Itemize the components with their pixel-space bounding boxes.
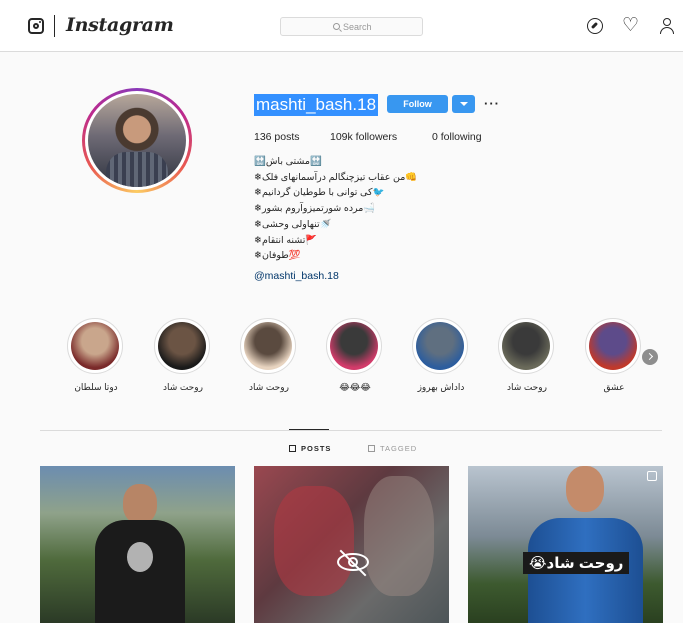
instagram-wordmark[interactable]: Instagram	[66, 14, 174, 36]
story-highlight[interactable]: روحت شاد	[498, 318, 556, 393]
carousel-icon	[647, 471, 657, 481]
profile-avatar-frame	[85, 91, 189, 190]
highlight-cover-ring	[154, 318, 210, 374]
highlight-label: عشق	[603, 382, 625, 392]
story-highlight[interactable]: داداش بهروز	[412, 318, 470, 393]
highlight-cover-image	[416, 322, 464, 370]
active-tab-indicator	[289, 429, 329, 430]
grid-icon	[289, 445, 296, 452]
profile-avatar-story-ring[interactable]	[82, 88, 192, 193]
post-caption-overlay: روحت شاد😭	[523, 552, 630, 574]
explore-compass-icon[interactable]	[587, 18, 603, 34]
heart-icon[interactable]: ♡	[622, 16, 639, 35]
highlight-cover-image	[502, 322, 550, 370]
story-highlight[interactable]: روحت شاد	[154, 318, 212, 393]
bio-line: 🛁مرده شورتمیزوآروم بشور❄	[254, 203, 376, 215]
tabs-divider	[40, 430, 662, 431]
story-highlight[interactable]: عشق	[585, 318, 643, 393]
highlight-cover-ring	[585, 318, 641, 374]
highlight-cover-ring	[412, 318, 468, 374]
highlight-cover-image	[330, 322, 378, 370]
tab-posts[interactable]: POSTS	[289, 444, 331, 453]
post-photo-subject	[528, 466, 643, 623]
post-thumbnail[interactable]: روحت شاد😭	[468, 466, 663, 623]
highlight-cover-ring	[240, 318, 296, 374]
blurred-content	[274, 486, 354, 596]
highlight-cover-ring	[498, 318, 554, 374]
bio-line: 🐦کی توانی با طوطیان گردانیم❄	[254, 187, 385, 199]
eye-off-icon	[337, 549, 369, 577]
post-thumbnail[interactable]	[40, 466, 235, 623]
bio-line: 💯طوفان❄	[254, 250, 301, 262]
story-highlight[interactable]: دوتا سلطان	[67, 318, 125, 393]
bio-mention-link[interactable]: @mashti_bash.18	[254, 270, 339, 282]
posts-count: 136 posts	[254, 131, 300, 143]
tab-posts-label: POSTS	[301, 444, 332, 453]
bio-line: 🔛مشتی باش🔛	[254, 156, 322, 167]
highlight-label: روحت شاد	[163, 382, 203, 392]
search-input[interactable]: Search	[280, 17, 423, 36]
story-highlight[interactable]: 😂😂😂	[326, 318, 384, 393]
post-thumbnail-sensitive[interactable]	[254, 466, 449, 623]
following-count[interactable]: 0 following	[432, 131, 482, 143]
bio-line: 👊من عقاب تیزچنگالم درآسمانهای فلک❄	[254, 171, 418, 183]
highlight-label: دوتا سلطان	[74, 382, 118, 392]
bio-line: 🚩تشنه انتقام❄	[254, 234, 318, 246]
tab-tagged[interactable]: TAGGED	[368, 444, 417, 453]
tab-tagged-label: TAGGED	[380, 444, 418, 453]
followers-count[interactable]: 109k followers	[330, 131, 397, 143]
highlight-label: داداش بهروز	[417, 382, 465, 392]
profile-icon[interactable]	[659, 18, 675, 34]
profile-bio: 🔛مشتی باش🔛 👊من عقاب تیزچنگالم درآسمانهای…	[254, 154, 494, 264]
highlight-cover-image	[589, 322, 637, 370]
highlight-cover-ring	[326, 318, 382, 374]
profile-username: mashti_bash.18	[254, 94, 379, 116]
highlight-label: 😂😂😂	[339, 382, 371, 392]
profile-avatar-photo	[88, 94, 186, 187]
highlight-label: روحت شاد	[507, 382, 547, 392]
highlight-cover-ring	[67, 318, 123, 374]
highlight-label: روحت شاد	[249, 382, 289, 392]
blurred-content	[364, 476, 434, 596]
highlights-next-arrow-icon[interactable]	[642, 349, 658, 365]
story-highlight[interactable]: روحت شاد	[240, 318, 298, 393]
more-options-icon[interactable]: ···	[484, 96, 500, 111]
suggested-accounts-dropdown-button[interactable]	[452, 95, 475, 113]
highlight-cover-image	[244, 322, 292, 370]
tagged-icon	[368, 445, 375, 452]
instagram-glyph-icon[interactable]	[28, 18, 44, 34]
bio-line: 🚿تنهاولی وحشی❄	[254, 218, 332, 230]
logo-divider	[54, 15, 55, 37]
post-photo-subject	[95, 484, 185, 623]
follow-button[interactable]: Follow	[387, 95, 448, 113]
search-placeholder: Search	[343, 22, 372, 32]
top-navigation-bar: Instagram Search ♡	[0, 0, 683, 52]
highlight-cover-image	[158, 322, 206, 370]
highlight-cover-image	[71, 322, 119, 370]
search-icon	[333, 23, 340, 30]
